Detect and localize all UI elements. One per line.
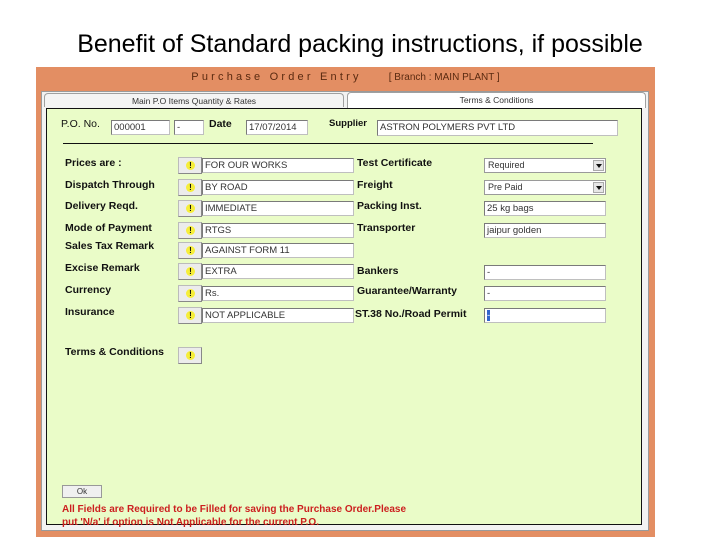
warning-icon: !: [186, 351, 195, 360]
road-permit-value: -: [487, 310, 491, 321]
currency-field[interactable]: Rs.: [202, 286, 354, 301]
insurance-field[interactable]: NOT APPLICABLE: [202, 308, 354, 323]
payment-info-button[interactable]: !: [178, 222, 202, 239]
delivery-label: Delivery Reqd.: [65, 200, 138, 212]
freight-label: Freight: [357, 179, 393, 191]
terms-conditions-button[interactable]: !: [178, 347, 202, 364]
window-title: Purchase Order Entry: [191, 71, 362, 83]
dispatch-field[interactable]: BY ROAD: [202, 180, 354, 195]
excise-info-button[interactable]: !: [178, 263, 202, 280]
tab-main-po-items[interactable]: Main P.O Items Quantity & Rates: [44, 93, 344, 107]
currency-info-button[interactable]: !: [178, 285, 202, 302]
dropdown-arrow-icon[interactable]: [593, 182, 604, 193]
bankers-field[interactable]: -: [484, 265, 606, 280]
required-fields-note: All Fields are Required to be Filled for…: [62, 504, 406, 528]
road-permit-label: ST.38 No./Road Permit: [355, 308, 467, 320]
warning-icon: !: [186, 267, 195, 276]
payment-field[interactable]: RTGS: [202, 223, 354, 238]
packing-inst-label: Packing Inst.: [357, 200, 422, 212]
freight-select[interactable]: Pre Paid: [484, 180, 606, 195]
delivery-info-button[interactable]: !: [178, 200, 202, 217]
po-no-field[interactable]: 000001: [111, 120, 170, 135]
warning-icon: !: [186, 289, 195, 298]
purchase-order-window: Purchase Order Entry [ Branch : MAIN PLA…: [36, 67, 655, 537]
bankers-label: Bankers: [357, 265, 399, 277]
dispatch-label: Dispatch Through: [65, 179, 155, 191]
test-certificate-label: Test Certificate: [357, 157, 433, 169]
guarantee-label: Guarantee/Warranty: [357, 285, 457, 297]
date-field[interactable]: 17/07/2014: [246, 120, 308, 135]
currency-label: Currency: [65, 284, 112, 296]
dropdown-arrow-icon[interactable]: [593, 160, 604, 171]
test-certificate-value: Required: [488, 160, 525, 170]
sales-tax-info-button[interactable]: !: [178, 242, 202, 259]
excise-label: Excise Remark: [65, 262, 140, 274]
payment-label: Mode of Payment: [65, 222, 152, 234]
road-permit-field[interactable]: -: [484, 308, 606, 323]
guarantee-field[interactable]: -: [484, 286, 606, 301]
sales-tax-field[interactable]: AGAINST FORM 11: [202, 243, 354, 258]
tab-control: Main P.O Items Quantity & Rates Terms & …: [41, 91, 649, 531]
packing-inst-field[interactable]: 25 kg bags: [484, 201, 606, 216]
delivery-field[interactable]: IMMEDIATE: [202, 201, 354, 216]
window-title-bar: Purchase Order Entry [ Branch : MAIN PLA…: [36, 71, 655, 83]
warning-icon: !: [186, 226, 195, 235]
prices-field[interactable]: FOR OUR WORKS: [202, 158, 354, 173]
supplier-field[interactable]: ASTRON POLYMERS PVT LTD: [377, 120, 618, 136]
warning-icon: !: [186, 311, 195, 320]
transporter-field[interactable]: jaipur golden: [484, 223, 606, 238]
warning-icon: !: [186, 161, 195, 170]
warning-icon: !: [186, 246, 195, 255]
warning-icon: !: [186, 183, 195, 192]
prices-info-button[interactable]: !: [178, 157, 202, 174]
warning-icon: !: [186, 204, 195, 213]
po-suffix-field[interactable]: -: [174, 120, 204, 135]
insurance-info-button[interactable]: !: [178, 307, 202, 324]
transporter-label: Transporter: [357, 222, 416, 234]
sales-tax-label: Sales Tax Remark: [65, 240, 155, 252]
insurance-label: Insurance: [65, 306, 115, 318]
supplier-label: Supplier: [329, 118, 368, 129]
excise-field[interactable]: EXTRA: [202, 264, 354, 279]
dispatch-info-button[interactable]: !: [178, 179, 202, 196]
test-certificate-select[interactable]: Required: [484, 158, 606, 173]
terms-panel: P.O. No. 000001 - Date 17/07/2014 Suppli…: [46, 108, 642, 528]
prices-label: Prices are :: [65, 157, 122, 169]
terms-conditions-label: Terms & Conditions: [65, 346, 164, 358]
tab-terms-conditions[interactable]: Terms & Conditions: [347, 92, 646, 108]
date-label: Date: [209, 118, 232, 130]
slide-title: Benefit of Standard packing instructions…: [77, 30, 643, 58]
freight-value: Pre Paid: [488, 182, 523, 192]
branch-label: [ Branch : MAIN PLANT ]: [388, 72, 500, 83]
header-divider: [63, 143, 593, 144]
po-no-label: P.O. No.: [61, 118, 100, 130]
ok-button[interactable]: Ok: [62, 485, 102, 498]
